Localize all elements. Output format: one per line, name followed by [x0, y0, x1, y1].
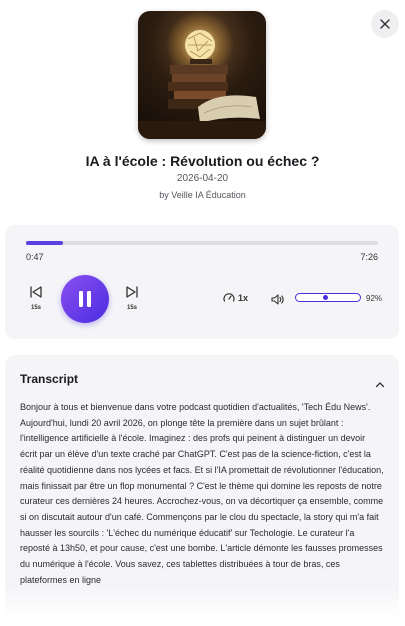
pause-button[interactable]: [61, 275, 109, 323]
skip-back-label: 15s: [30, 305, 41, 311]
mute-button[interactable]: [271, 292, 285, 310]
player-controls-card: 0:47 7:26 15s 15s 1x 92%: [5, 225, 399, 339]
skip-back-icon: [30, 286, 42, 298]
playback-speed-label: 1x: [238, 292, 249, 303]
current-time: 0:47: [26, 252, 44, 262]
close-icon: [380, 19, 390, 29]
episode-author: by Veille IA Éducation: [159, 190, 246, 200]
skip-back-button[interactable]: 15s: [26, 285, 46, 311]
episode-date: 2026-04-20: [176, 173, 229, 184]
speedometer-icon: [223, 293, 235, 302]
skip-forward-icon: [126, 286, 138, 298]
pause-icon: [79, 291, 91, 307]
transcript-fade-overlay: [5, 586, 399, 626]
transcript-heading: Transcript: [20, 372, 79, 386]
transcript-text: Bonjour à tous et bienvenue dans votre p…: [20, 402, 384, 585]
volume-icon: [271, 294, 284, 305]
total-time: 7:26: [360, 252, 378, 262]
chevron-up-icon: [375, 382, 385, 388]
volume-slider-knob[interactable]: [323, 295, 329, 300]
episode-title: IA à l'école : Révolution ou échec ?: [85, 153, 320, 169]
close-button[interactable]: [371, 10, 399, 38]
progress-bar-fill: [26, 241, 63, 245]
transcript-collapse-button[interactable]: [375, 375, 385, 393]
volume-percent: 92%: [366, 294, 383, 303]
transcript-panel: Transcript Bonjour à tous et bienvenue d…: [5, 355, 399, 626]
volume-slider[interactable]: [295, 293, 361, 302]
skip-forward-label: 15s: [126, 305, 137, 311]
episode-cover-image: [138, 11, 266, 139]
playback-speed-button[interactable]: 1x: [223, 292, 248, 303]
skip-forward-button[interactable]: 15s: [122, 285, 142, 311]
progress-bar[interactable]: [26, 241, 378, 245]
